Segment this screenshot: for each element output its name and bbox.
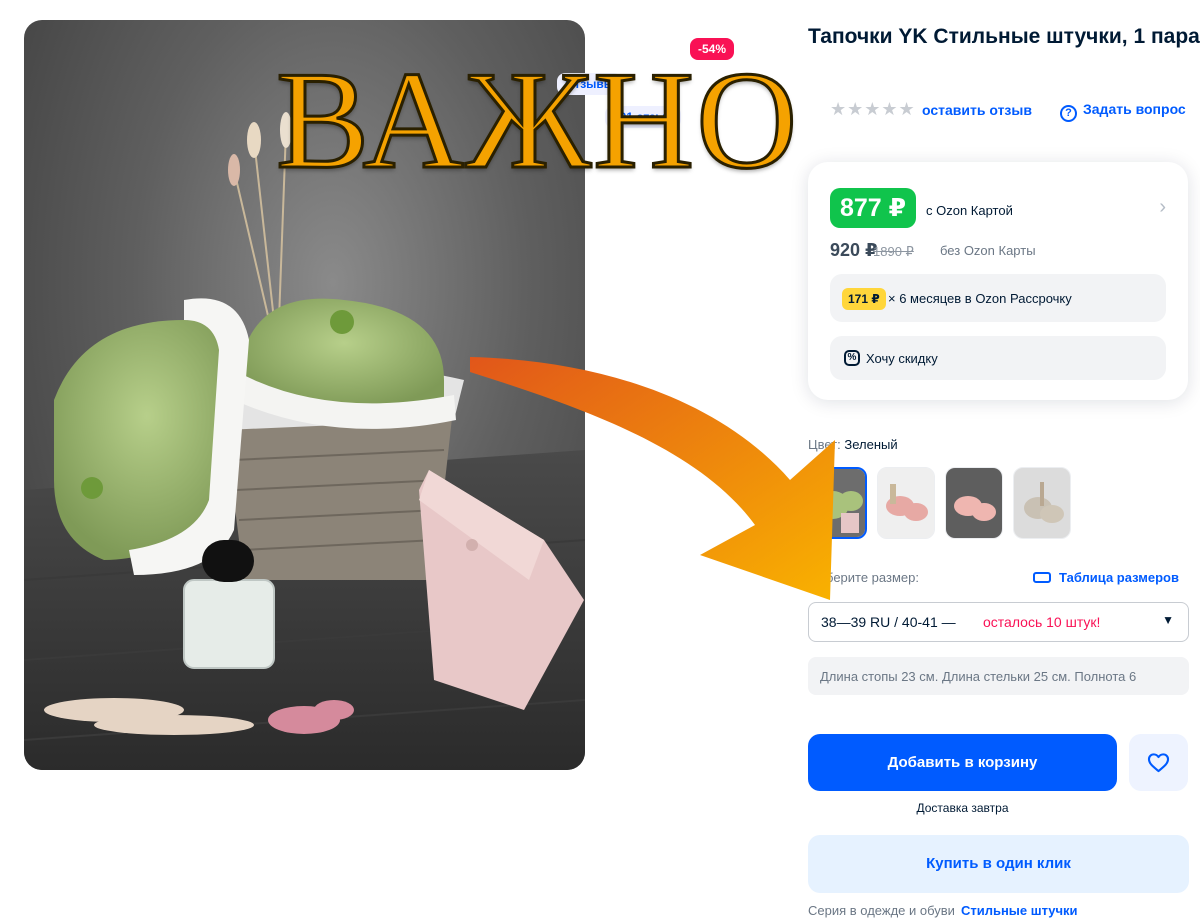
leave-review-link[interactable]: оставить отзыв bbox=[922, 102, 1032, 118]
size-info: Длина стопы 23 см. Длина стельки 25 см. … bbox=[808, 657, 1189, 695]
installment-offer[interactable]: 171 ₽ × 6 месяцев в Ozon Рассрочку bbox=[830, 274, 1166, 322]
caret-down-icon: ▼ bbox=[1162, 613, 1174, 627]
price-card[interactable]: 877 ₽ с Ozon Картой › 920 ₽ 1890 ₽ без O… bbox=[808, 162, 1188, 400]
color-swatch[interactable] bbox=[945, 467, 1003, 539]
add-to-cart-button[interactable]: Добавить в корзину bbox=[808, 734, 1117, 791]
size-table-label: Таблица размеров bbox=[1059, 570, 1179, 585]
series-line: Серия в одежде и обуви Стильные штучки bbox=[808, 903, 1078, 918]
series-label: Серия в одежде и обуви bbox=[808, 903, 955, 918]
swatch-thumbnail bbox=[878, 468, 934, 538]
question-icon: ? bbox=[1060, 105, 1077, 122]
delivery-note: Доставка завтра bbox=[916, 801, 1009, 815]
price-with-card-note: с Ozon Картой bbox=[926, 203, 1013, 218]
price-old: 1890 ₽ bbox=[873, 244, 914, 259]
series-link[interactable]: Стильные штучки bbox=[961, 903, 1078, 918]
buy-one-click-button[interactable]: Купить в один клик bbox=[808, 835, 1189, 893]
want-discount-button[interactable]: % Хочу скидку bbox=[830, 336, 1166, 380]
swatch-thumbnail bbox=[1014, 468, 1070, 538]
size-table-link[interactable]: Таблица размеров bbox=[1033, 570, 1179, 585]
swatch-thumbnail bbox=[811, 469, 865, 537]
overlay-important-text: ВАЖНО bbox=[275, 43, 800, 198]
size-select[interactable]: 38—39 RU / 40-41 — осталось 10 штук! ▼ bbox=[808, 602, 1189, 642]
color-swatch[interactable] bbox=[877, 467, 935, 539]
size-selected-value: 38—39 RU / 40-41 — bbox=[821, 614, 956, 630]
installment-text: × 6 месяцев в Ozon Рассрочку bbox=[888, 291, 1072, 306]
ask-question-link[interactable]: ? Задать вопрос bbox=[1060, 101, 1186, 122]
swatch-thumbnail bbox=[946, 468, 1002, 538]
price-without-card: 920 ₽ bbox=[830, 240, 878, 260]
ruler-icon bbox=[1033, 572, 1051, 583]
chevron-right-icon[interactable]: › bbox=[1159, 196, 1166, 219]
ask-question-label: Задать вопрос bbox=[1083, 101, 1186, 117]
heart-icon bbox=[1147, 753, 1170, 773]
favorite-button[interactable] bbox=[1129, 734, 1188, 791]
color-value: Зеленый bbox=[844, 437, 898, 452]
price-without-card-note: без Ozon Карты bbox=[940, 243, 1036, 258]
percent-icon: % bbox=[844, 350, 860, 366]
color-swatch[interactable] bbox=[809, 467, 867, 539]
size-label: Выберите размер: bbox=[808, 570, 919, 585]
color-label-text: Цвет: bbox=[808, 437, 841, 452]
size-info-text: Длина стопы 23 см. Длина стельки 25 см. … bbox=[820, 669, 1137, 684]
color-swatch[interactable] bbox=[1013, 467, 1071, 539]
want-discount-label: Хочу скидку bbox=[866, 351, 938, 366]
color-label: Цвет: Зеленый bbox=[808, 437, 898, 452]
installment-amount: 171 ₽ bbox=[842, 288, 886, 310]
size-stock-warning: осталось 10 штук! bbox=[983, 614, 1101, 630]
